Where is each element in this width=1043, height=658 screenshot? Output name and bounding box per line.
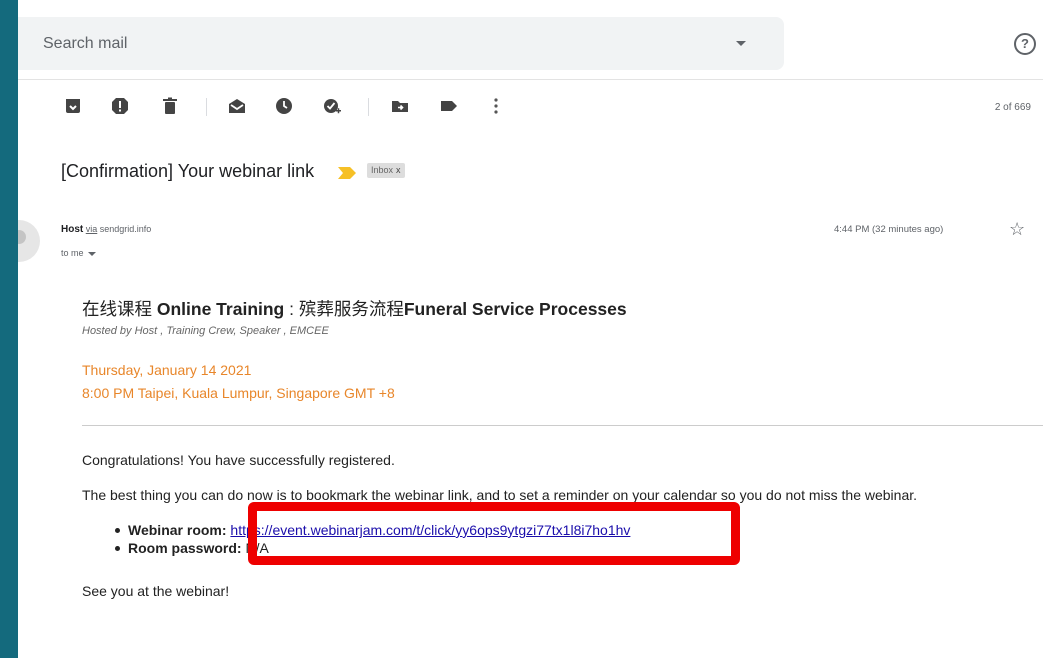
toolbar-divider: [368, 98, 369, 116]
search-input[interactable]: Search mail: [43, 35, 127, 53]
label-icon[interactable]: [439, 96, 459, 116]
more-icon[interactable]: [486, 96, 506, 116]
search-options-caret-icon[interactable]: [736, 41, 746, 46]
via-domain: sendgrid.info: [99, 224, 152, 234]
message-toolbar: 2 of 669: [18, 84, 1043, 128]
email-subject: [Confirmation] Your webinar link: [61, 161, 315, 181]
delete-icon[interactable]: [160, 96, 180, 116]
remove-label-icon[interactable]: x: [396, 165, 401, 175]
sender-name[interactable]: Host: [61, 224, 83, 235]
to-me-label[interactable]: to me: [61, 248, 84, 258]
header-divider: [18, 79, 1043, 80]
mark-unread-icon[interactable]: [227, 96, 247, 116]
title-online-training: Online Training: [156, 299, 285, 319]
title-funeral-processes: Funeral Service Processes: [403, 299, 627, 319]
closing-text: See you at the webinar!: [82, 583, 230, 599]
room-label: Webinar room:: [128, 522, 231, 538]
recipient-details[interactable]: to me: [61, 248, 96, 258]
inbox-label-text: Inbox: [371, 165, 394, 175]
advice-text: The best thing you can do now is to book…: [82, 487, 918, 503]
hosted-by: Hosted by Host , Training Crew, Speaker …: [82, 325, 329, 337]
body-divider: [82, 425, 1043, 426]
search-bar[interactable]: Search mail: [18, 17, 784, 70]
congrats-text: Congratulations! You have successfully r…: [82, 452, 395, 468]
sender-line: Host via sendgrid.info: [61, 224, 151, 235]
recipient-details-caret-icon[interactable]: [87, 251, 96, 256]
report-spam-icon[interactable]: [110, 96, 130, 116]
inbox-label-badge[interactable]: Inbox x: [367, 163, 405, 178]
webinar-time: 8:00 PM Taipei, Kuala Lumpur, Singapore …: [82, 385, 395, 401]
toolbar-divider: [206, 98, 207, 116]
snooze-icon[interactable]: [274, 96, 294, 116]
add-task-icon[interactable]: [322, 96, 342, 116]
move-to-icon[interactable]: [390, 96, 410, 116]
help-icon[interactable]: ?: [1014, 33, 1036, 55]
archive-icon[interactable]: [63, 96, 83, 116]
gmail-window: 🔍︎ Search mail ?: [18, 0, 1043, 658]
password-label: Room password:: [128, 540, 246, 556]
email-body-title: 在线课程 Online Training : 殡葬服务流程Funeral Ser…: [82, 296, 627, 321]
message-counter: 2 of 669: [994, 102, 1031, 113]
email-timestamp: 4:44 PM (32 minutes ago): [834, 224, 944, 235]
star-icon[interactable]: ☆: [1009, 219, 1025, 240]
via-label[interactable]: via: [86, 224, 98, 234]
title-mid: : 殡葬服务流程: [284, 299, 404, 319]
title-cn: 在线课程: [82, 299, 157, 319]
webinar-date: Thursday, January 14 2021: [82, 362, 252, 378]
sender-avatar: [18, 220, 40, 262]
annotation-highlight-box: [248, 502, 740, 565]
